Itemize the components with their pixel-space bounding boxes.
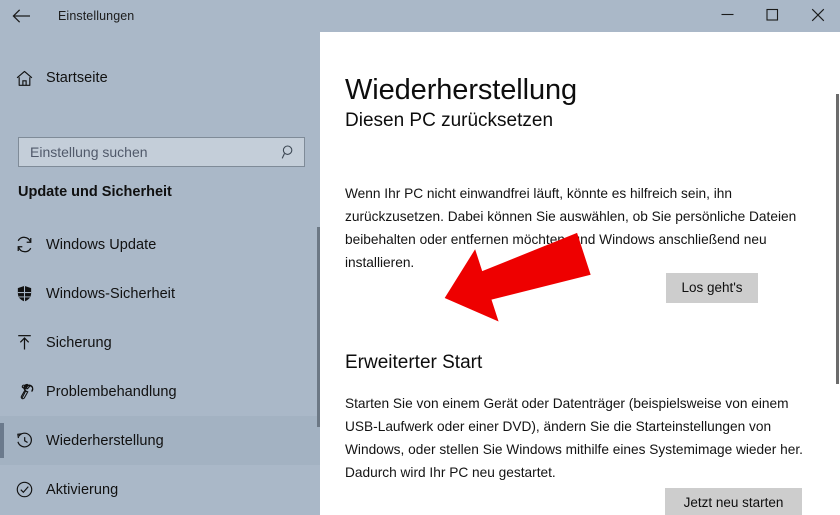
section-body-advanced-startup: Starten Sie von einem Gerät oder Datentr… <box>345 396 803 480</box>
back-arrow-icon <box>12 9 30 23</box>
maximize-icon <box>766 8 779 21</box>
sidebar-item-label: Windows-Sicherheit <box>46 285 176 302</box>
sidebar-item-home[interactable]: Startseite <box>0 58 320 98</box>
refresh-icon <box>2 235 46 254</box>
upload-icon <box>2 333 46 352</box>
content-scrollbar[interactable] <box>834 32 840 515</box>
content-pane: Wiederherstellung Diesen PC zurücksetzen… <box>320 32 840 515</box>
sidebar-item-label: Sicherung <box>46 334 112 351</box>
section-body-reset-pc: Wenn Ihr PC nicht einwandfrei läuft, kön… <box>345 186 797 270</box>
sidebar-group-header: Update und Sicherheit <box>18 184 172 200</box>
minimize-button[interactable] <box>705 0 750 29</box>
sidebar-item-backup[interactable]: Sicherung <box>0 318 320 367</box>
sidebar-item-troubleshoot[interactable]: Problembehandlung <box>0 367 320 416</box>
sidebar-item-label: Wiederherstellung <box>46 432 164 449</box>
sidebar-item-home-label: Startseite <box>46 70 108 86</box>
search-icon <box>274 138 304 166</box>
sidebar-item-windows-security[interactable]: Windows-Sicherheit <box>0 269 320 318</box>
shield-icon <box>2 284 46 303</box>
sidebar: Startseite Update und Sicherheit <box>0 32 320 515</box>
search-box[interactable] <box>18 137 305 167</box>
close-button[interactable] <box>795 0 840 29</box>
get-started-button[interactable]: Los geht's <box>666 273 758 303</box>
sidebar-item-windows-update[interactable]: Windows Update <box>0 220 320 269</box>
section-title-reset-pc: Diesen PC zurücksetzen <box>345 110 554 131</box>
title-bar: Einstellungen <box>0 0 840 32</box>
history-clock-icon <box>2 431 46 450</box>
minimize-icon <box>721 13 734 16</box>
wrench-icon <box>2 382 46 401</box>
close-icon <box>811 8 824 21</box>
section-title-advanced-startup: Erweiterter Start <box>345 352 483 373</box>
home-icon <box>2 69 46 88</box>
page-title: Wiederherstellung <box>345 74 578 107</box>
back-button[interactable] <box>0 0 44 32</box>
check-circle-icon <box>2 480 46 499</box>
sidebar-item-recovery[interactable]: Wiederherstellung <box>0 416 320 465</box>
sidebar-item-label: Windows Update <box>46 236 157 253</box>
title-bar-left: Einstellungen <box>0 0 320 32</box>
app-title: Einstellungen <box>58 9 135 23</box>
settings-window: Einstellungen Startseite Einstellung suc… <box>0 0 840 515</box>
search-input[interactable] <box>19 139 274 165</box>
restart-now-button[interactable]: Jetzt neu starten <box>665 488 802 515</box>
sidebar-item-activation[interactable]: Aktivierung <box>0 465 320 514</box>
sidebar-item-label: Aktivierung <box>46 481 119 498</box>
content-scrollbar-thumb[interactable] <box>836 94 839 384</box>
window-controls <box>320 0 840 32</box>
sidebar-item-label: Problembehandlung <box>46 383 177 400</box>
maximize-button[interactable] <box>750 0 795 29</box>
sidebar-nav-list: Windows Update Windows-Sicherheit Sicher… <box>0 220 320 515</box>
